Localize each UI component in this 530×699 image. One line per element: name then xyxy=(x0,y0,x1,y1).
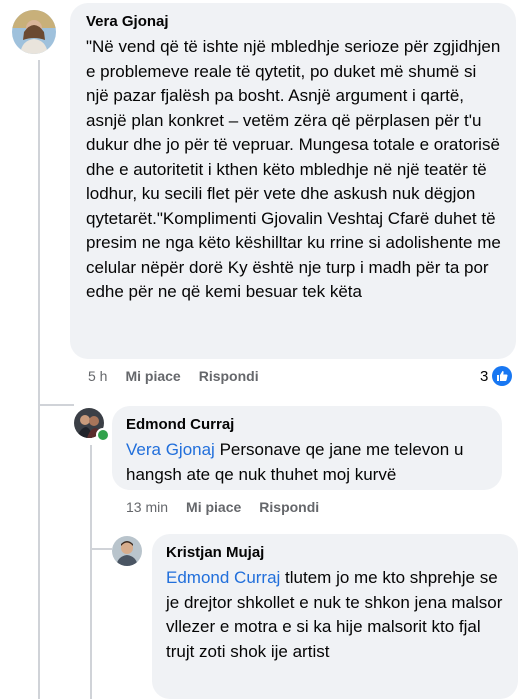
profile-photo-icon xyxy=(112,536,142,566)
online-status-icon xyxy=(96,428,110,442)
like-reaction-icon xyxy=(492,366,513,386)
like-button[interactable]: Mi piace xyxy=(125,368,180,384)
comment-author[interactable]: Vera Gjonaj xyxy=(86,13,502,30)
mention-link[interactable]: Vera Gjonaj xyxy=(126,440,215,459)
reply-button[interactable]: Rispondi xyxy=(259,499,319,515)
avatar[interactable] xyxy=(12,10,56,54)
thread-line-main xyxy=(38,60,40,405)
comment-time[interactable]: 5 h xyxy=(88,368,107,384)
reply-button[interactable]: Rispondi xyxy=(199,368,259,384)
comment-actions: 13 min Mi piace Rispondi xyxy=(126,499,319,515)
comment-author[interactable]: Kristjan Mujaj xyxy=(166,544,504,561)
avatar[interactable] xyxy=(112,536,142,566)
mention-link[interactable]: Edmond Curraj xyxy=(166,568,280,587)
thread-line-main-lower xyxy=(38,406,40,699)
profile-photo-icon xyxy=(12,10,56,54)
like-button[interactable]: Mi piace xyxy=(186,499,241,515)
comment-text: "Në vend që të ishte një mbledhje serioz… xyxy=(86,37,506,301)
comment-bubble: Kristjan Mujaj Edmond Curraj tlutem jo m… xyxy=(152,534,518,699)
thread-line-reply xyxy=(90,445,92,699)
comment-text: Edmond Curraj tlutem jo me kto shprehje … xyxy=(166,566,504,664)
comment-text: Vera Gjonaj Personave qe jane me televon… xyxy=(126,438,488,487)
comment-bubble: Vera Gjonaj "Në vend që të ishte një mbl… xyxy=(70,3,516,359)
reaction-count: 3 xyxy=(480,367,489,385)
comment-time[interactable]: 13 min xyxy=(126,499,168,515)
thread-line-reply-curve xyxy=(90,548,112,550)
thread-line-curve xyxy=(38,404,74,406)
comment-bubble: Edmond Curraj Vera Gjonaj Personave qe j… xyxy=(112,406,502,490)
reaction-summary[interactable]: 3 xyxy=(480,366,513,386)
comment-author[interactable]: Edmond Curraj xyxy=(126,416,488,433)
comment-actions: 5 h Mi piace Rispondi xyxy=(88,368,259,384)
